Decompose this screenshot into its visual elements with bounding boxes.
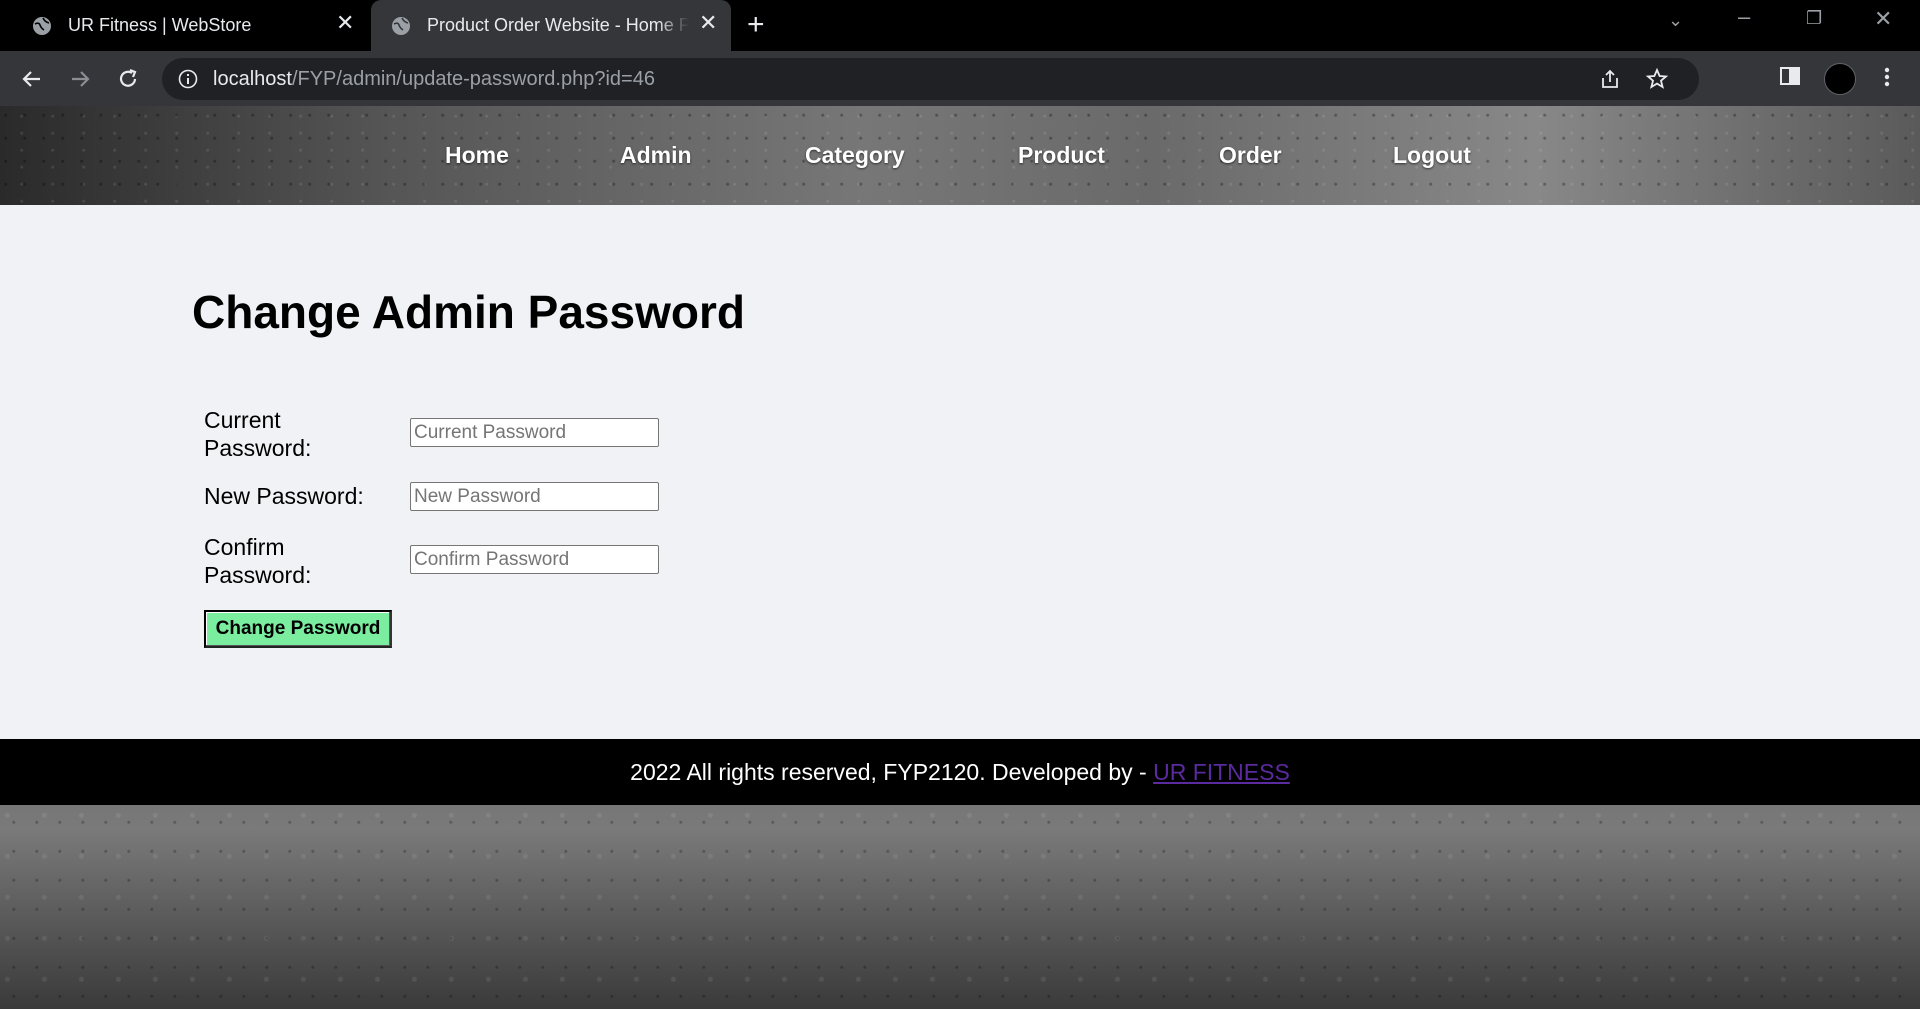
address-bar[interactable]: localhost/FYP/admin/update-password.php?… xyxy=(162,58,1699,100)
close-icon[interactable]: ✕ xyxy=(699,12,717,34)
menu-item-admin[interactable]: Admin xyxy=(620,142,692,169)
main-content: Change Admin Password Current Password: … xyxy=(0,205,1920,739)
menu-link[interactable]: Admin xyxy=(620,142,692,168)
confirm-password-label: Confirm Password: xyxy=(204,534,312,588)
footer: 2022 All rights reserved, FYP2120. Devel… xyxy=(0,739,1920,805)
current-password-label: Current Password: xyxy=(204,407,312,461)
globe-icon xyxy=(33,16,51,35)
close-icon[interactable]: ✕ xyxy=(336,12,354,34)
tab-search-icon[interactable]: ⌄ xyxy=(1668,10,1683,31)
menu-link[interactable]: Category xyxy=(805,142,905,168)
confirm-password-field[interactable] xyxy=(410,545,659,574)
bookmark-star-icon[interactable] xyxy=(1645,67,1669,91)
info-icon[interactable] xyxy=(178,69,198,89)
tab-strip: UR Fitness | WebStore ✕ Product Order We… xyxy=(0,0,1920,51)
main-menu: Home Admin Category Product Order Logout xyxy=(0,106,1920,205)
footer-link[interactable]: UR FITNESS xyxy=(1153,759,1290,785)
restore-icon[interactable]: ❐ xyxy=(1806,8,1822,29)
menu-link[interactable]: Order xyxy=(1219,142,1282,168)
reload-icon[interactable] xyxy=(114,65,142,93)
new-tab-icon[interactable]: + xyxy=(747,8,765,42)
page-title: Change Admin Password xyxy=(192,286,745,338)
footer-text: 2022 All rights reserved, FYP2120. Devel… xyxy=(630,759,1154,785)
change-password-button[interactable]: Change Password xyxy=(204,610,392,648)
forward-icon[interactable] xyxy=(66,65,94,93)
current-password-field[interactable] xyxy=(410,418,659,447)
close-window-icon[interactable]: ✕ xyxy=(1874,6,1892,32)
menu-link[interactable]: Home xyxy=(445,142,509,168)
minimize-icon[interactable]: – xyxy=(1738,4,1750,30)
menu-item-order[interactable]: Order xyxy=(1219,142,1282,169)
menu-item-logout[interactable]: Logout xyxy=(1393,142,1471,169)
share-icon[interactable] xyxy=(1599,68,1621,90)
new-password-field[interactable] xyxy=(410,482,659,511)
web-page: Home Admin Category Product Order Logout… xyxy=(0,106,1920,1009)
side-panel-icon[interactable] xyxy=(1779,65,1801,87)
avatar[interactable] xyxy=(1824,63,1856,95)
browser-tab-active[interactable]: Product Order Website - Home Page ✕ xyxy=(371,0,731,51)
new-password-label: New Password: xyxy=(204,483,364,509)
menu-link[interactable]: Logout xyxy=(1393,142,1471,168)
tab-title: UR Fitness | WebStore xyxy=(68,15,252,35)
browser-toolbar: localhost/FYP/admin/update-password.php?… xyxy=(0,51,1920,106)
menu-item-product[interactable]: Product xyxy=(1018,142,1105,169)
menu-dots-icon[interactable] xyxy=(1876,65,1898,89)
back-icon[interactable] xyxy=(18,65,46,93)
menu-item-home[interactable]: Home xyxy=(445,142,509,169)
menu-item-category[interactable]: Category xyxy=(805,142,905,169)
browser-tab[interactable]: UR Fitness | WebStore ✕ xyxy=(0,0,370,51)
url-text: localhost/FYP/admin/update-password.php?… xyxy=(213,68,655,90)
globe-icon xyxy=(392,16,410,35)
menu-link[interactable]: Product xyxy=(1018,142,1105,168)
tab-title: Product Order Website - Home Page xyxy=(427,15,689,35)
